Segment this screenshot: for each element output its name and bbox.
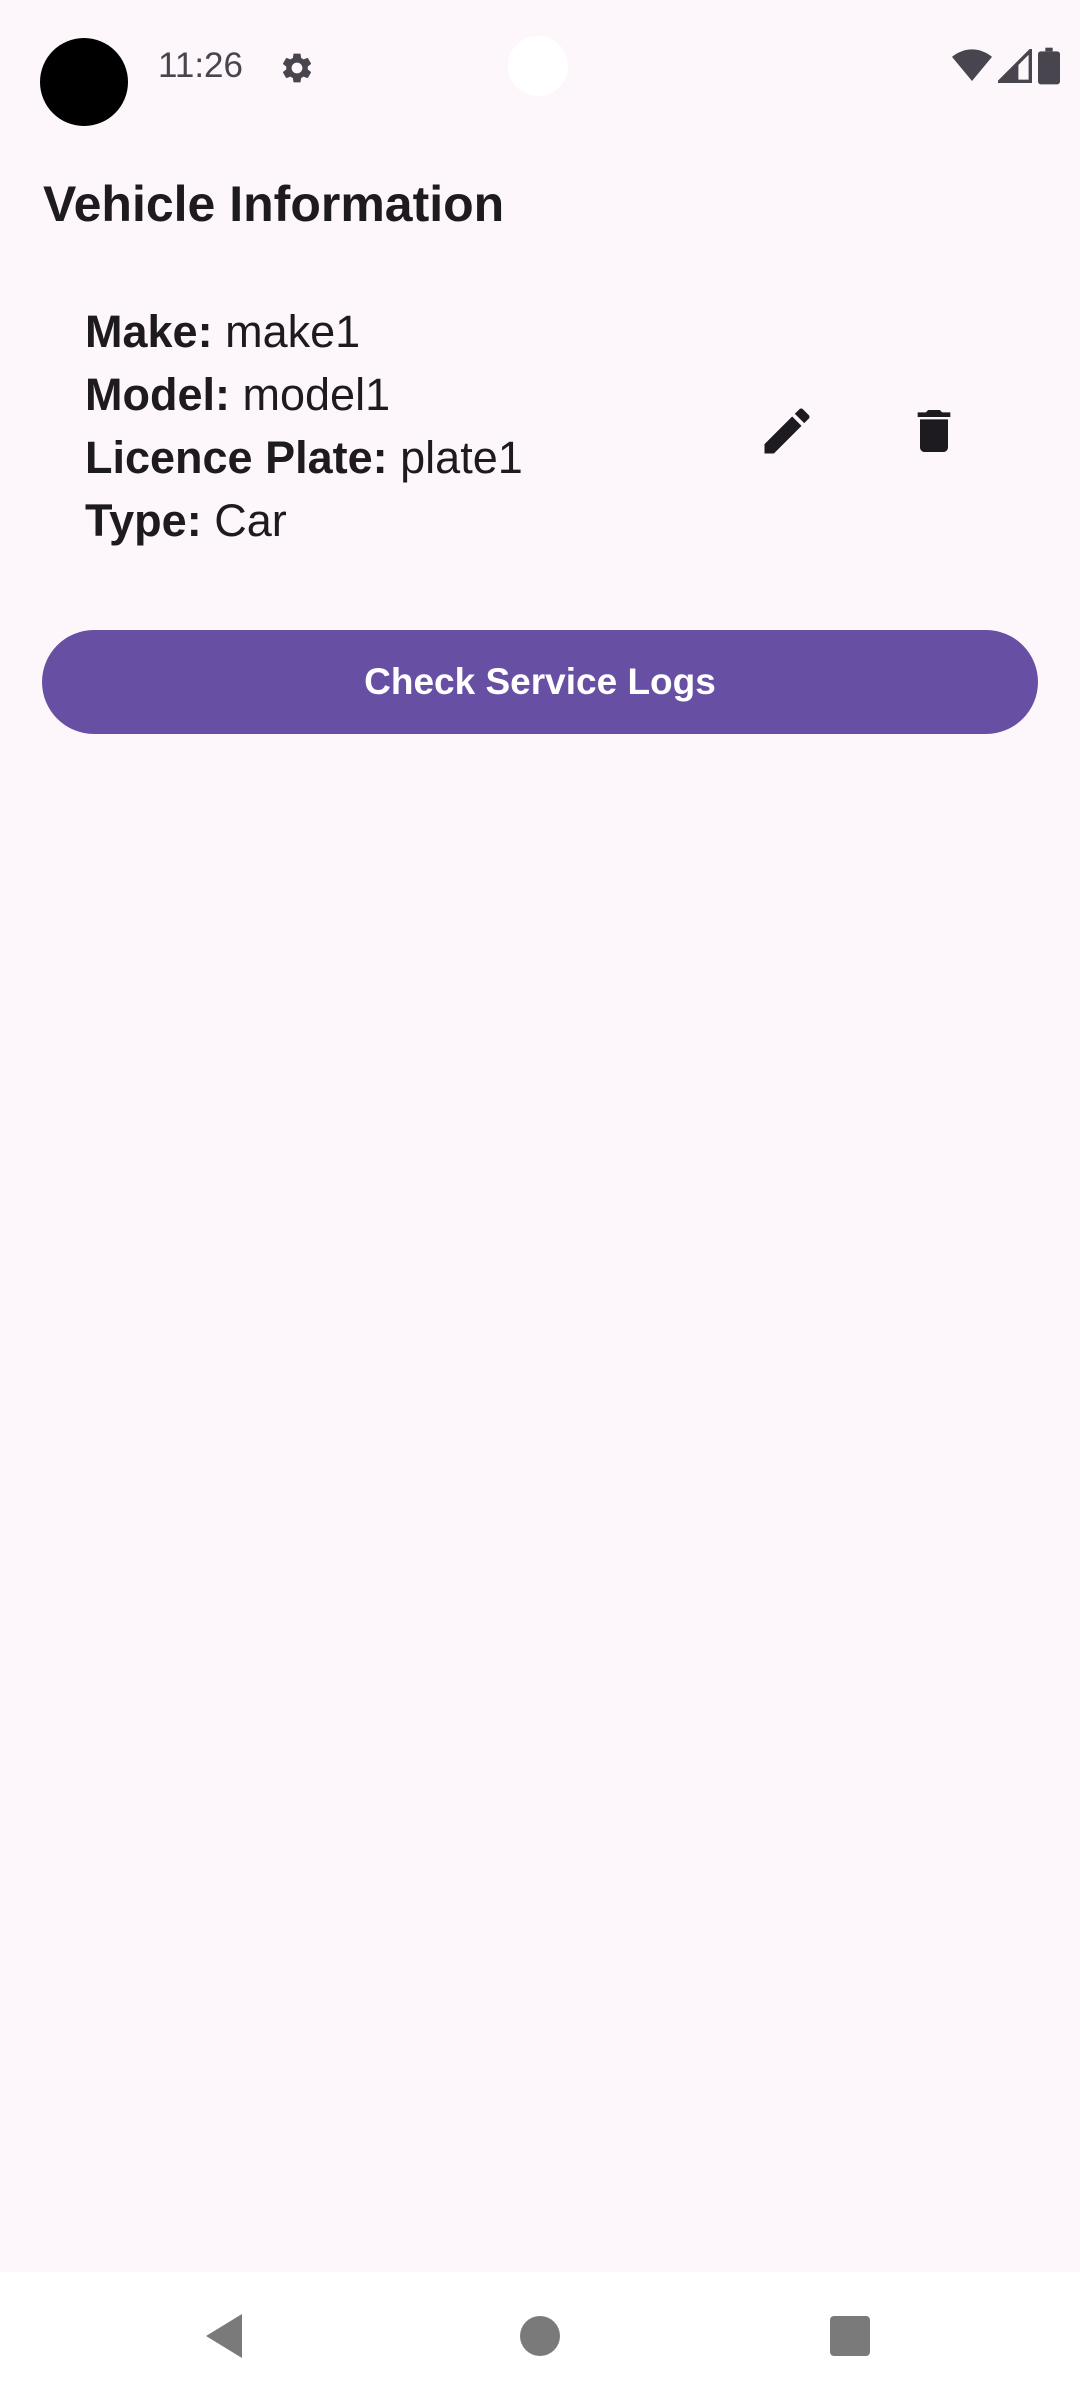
make-row: Make: make1: [85, 300, 523, 363]
model-value: model1: [242, 369, 391, 420]
make-label: Make:: [85, 306, 213, 357]
make-value: make1: [225, 306, 361, 357]
plate-label: Licence Plate:: [85, 432, 388, 483]
signal-icon: [995, 46, 1032, 88]
pencil-icon: [764, 408, 810, 454]
status-icons: [952, 46, 1060, 90]
nav-recents-button[interactable]: [818, 2304, 882, 2368]
nav-back-button[interactable]: [192, 2304, 256, 2368]
nav-home-button[interactable]: [508, 2304, 572, 2368]
home-icon: [520, 2316, 560, 2356]
model-label: Model:: [85, 369, 230, 420]
battery-icon: [1038, 47, 1060, 90]
trash-icon: [917, 410, 951, 452]
delete-button[interactable]: [886, 383, 982, 479]
check-service-logs-button[interactable]: Check Service Logs: [42, 630, 1038, 734]
camera-indicator: [40, 38, 128, 126]
status-clock: 11:26: [158, 46, 243, 85]
wifi-icon: [952, 48, 992, 89]
settings-icon: [279, 50, 315, 86]
type-label: Type:: [85, 495, 202, 546]
type-value: Car: [214, 495, 287, 546]
plate-row: Licence Plate: plate1: [85, 426, 523, 489]
front-camera-cutout: [508, 36, 568, 96]
status-bar: 11:26: [0, 0, 1080, 136]
vehicle-details: Make: make1 Model: model1 Licence Plate:…: [85, 300, 523, 552]
system-navigation-bar: [0, 2272, 1080, 2400]
page-title: Vehicle Information: [43, 176, 505, 232]
edit-button[interactable]: [739, 383, 835, 479]
plate-value: plate1: [400, 432, 523, 483]
recents-icon: [830, 2316, 870, 2356]
back-icon: [206, 2314, 242, 2358]
type-row: Type: Car: [85, 489, 523, 552]
model-row: Model: model1: [85, 363, 523, 426]
